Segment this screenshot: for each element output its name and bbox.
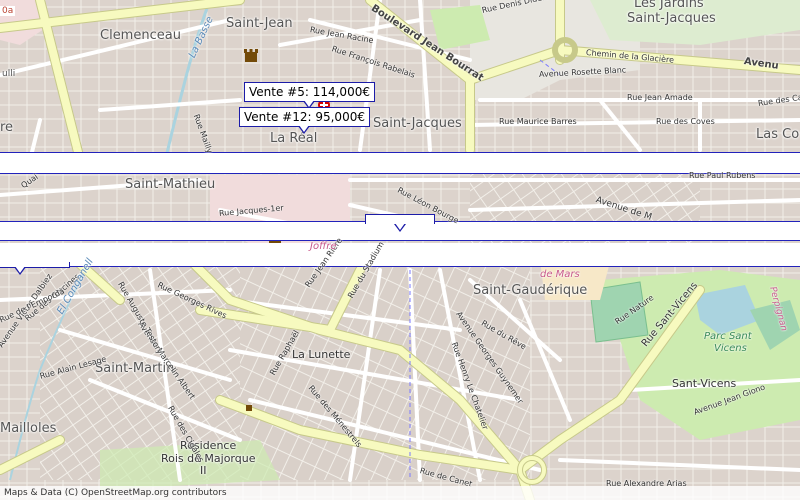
area-label-joffre: Joffre bbox=[310, 241, 337, 252]
overlay-band-1 bbox=[0, 152, 800, 174]
sale-popup-hidden-2[interactable] bbox=[0, 262, 70, 275]
place-label-jardins-1: Les Jardins bbox=[634, 0, 704, 11]
place-label-saint-mathieu: Saint-Mathieu bbox=[125, 177, 216, 192]
street-label: Rue Paul Rubens bbox=[689, 171, 756, 180]
street-label: Rue Jean Amade bbox=[627, 93, 693, 102]
place-label-ulli: ulli bbox=[2, 69, 16, 79]
place-label-saint-gauderique: Saint-Gaudérique bbox=[473, 283, 588, 298]
place-label-re: re bbox=[0, 120, 14, 135]
corner-tag: 0a bbox=[0, 6, 16, 16]
place-label-saint-jean: Saint-Jean bbox=[226, 16, 293, 31]
place-label-saint-jacques: Saint-Jacques bbox=[373, 116, 462, 131]
place-label-la-lunette: La Lunette bbox=[292, 348, 351, 361]
place-label-residence-2: Rois de Majorque bbox=[161, 452, 256, 465]
sale-popup-hidden-1[interactable] bbox=[365, 214, 435, 232]
area-label-parc-1: Parc Sant bbox=[704, 331, 752, 342]
place-label-sant-vicens: Sant-Vicens bbox=[672, 377, 737, 390]
castle-icon bbox=[244, 49, 258, 62]
map-attribution: Maps & Data (C) OpenStreetMap.org contri… bbox=[0, 486, 800, 500]
monument-icon bbox=[246, 405, 252, 411]
place-label-las-co: Las Co bbox=[756, 127, 800, 142]
place-label-jardins-2: Saint-Jacques bbox=[627, 11, 716, 26]
overlay-band-3 bbox=[0, 243, 800, 267]
place-label-mailloles: Mailloles bbox=[0, 421, 57, 436]
place-label-residence-3: II bbox=[200, 464, 207, 477]
street-label: Rue des Coves bbox=[656, 117, 715, 126]
place-label-clemenceau: Clemenceau bbox=[100, 28, 181, 43]
sale-popup-vente-5[interactable]: Vente #5: 114,000€ bbox=[244, 82, 375, 109]
area-label-champ-de-mars: de Mars bbox=[540, 269, 580, 280]
street-label: Rue Maurice Barres bbox=[499, 117, 577, 126]
area-label-parc-2: Vicens bbox=[714, 343, 747, 354]
sale-popup-vente-12[interactable]: Vente #12: 95,000€ bbox=[239, 107, 370, 134]
